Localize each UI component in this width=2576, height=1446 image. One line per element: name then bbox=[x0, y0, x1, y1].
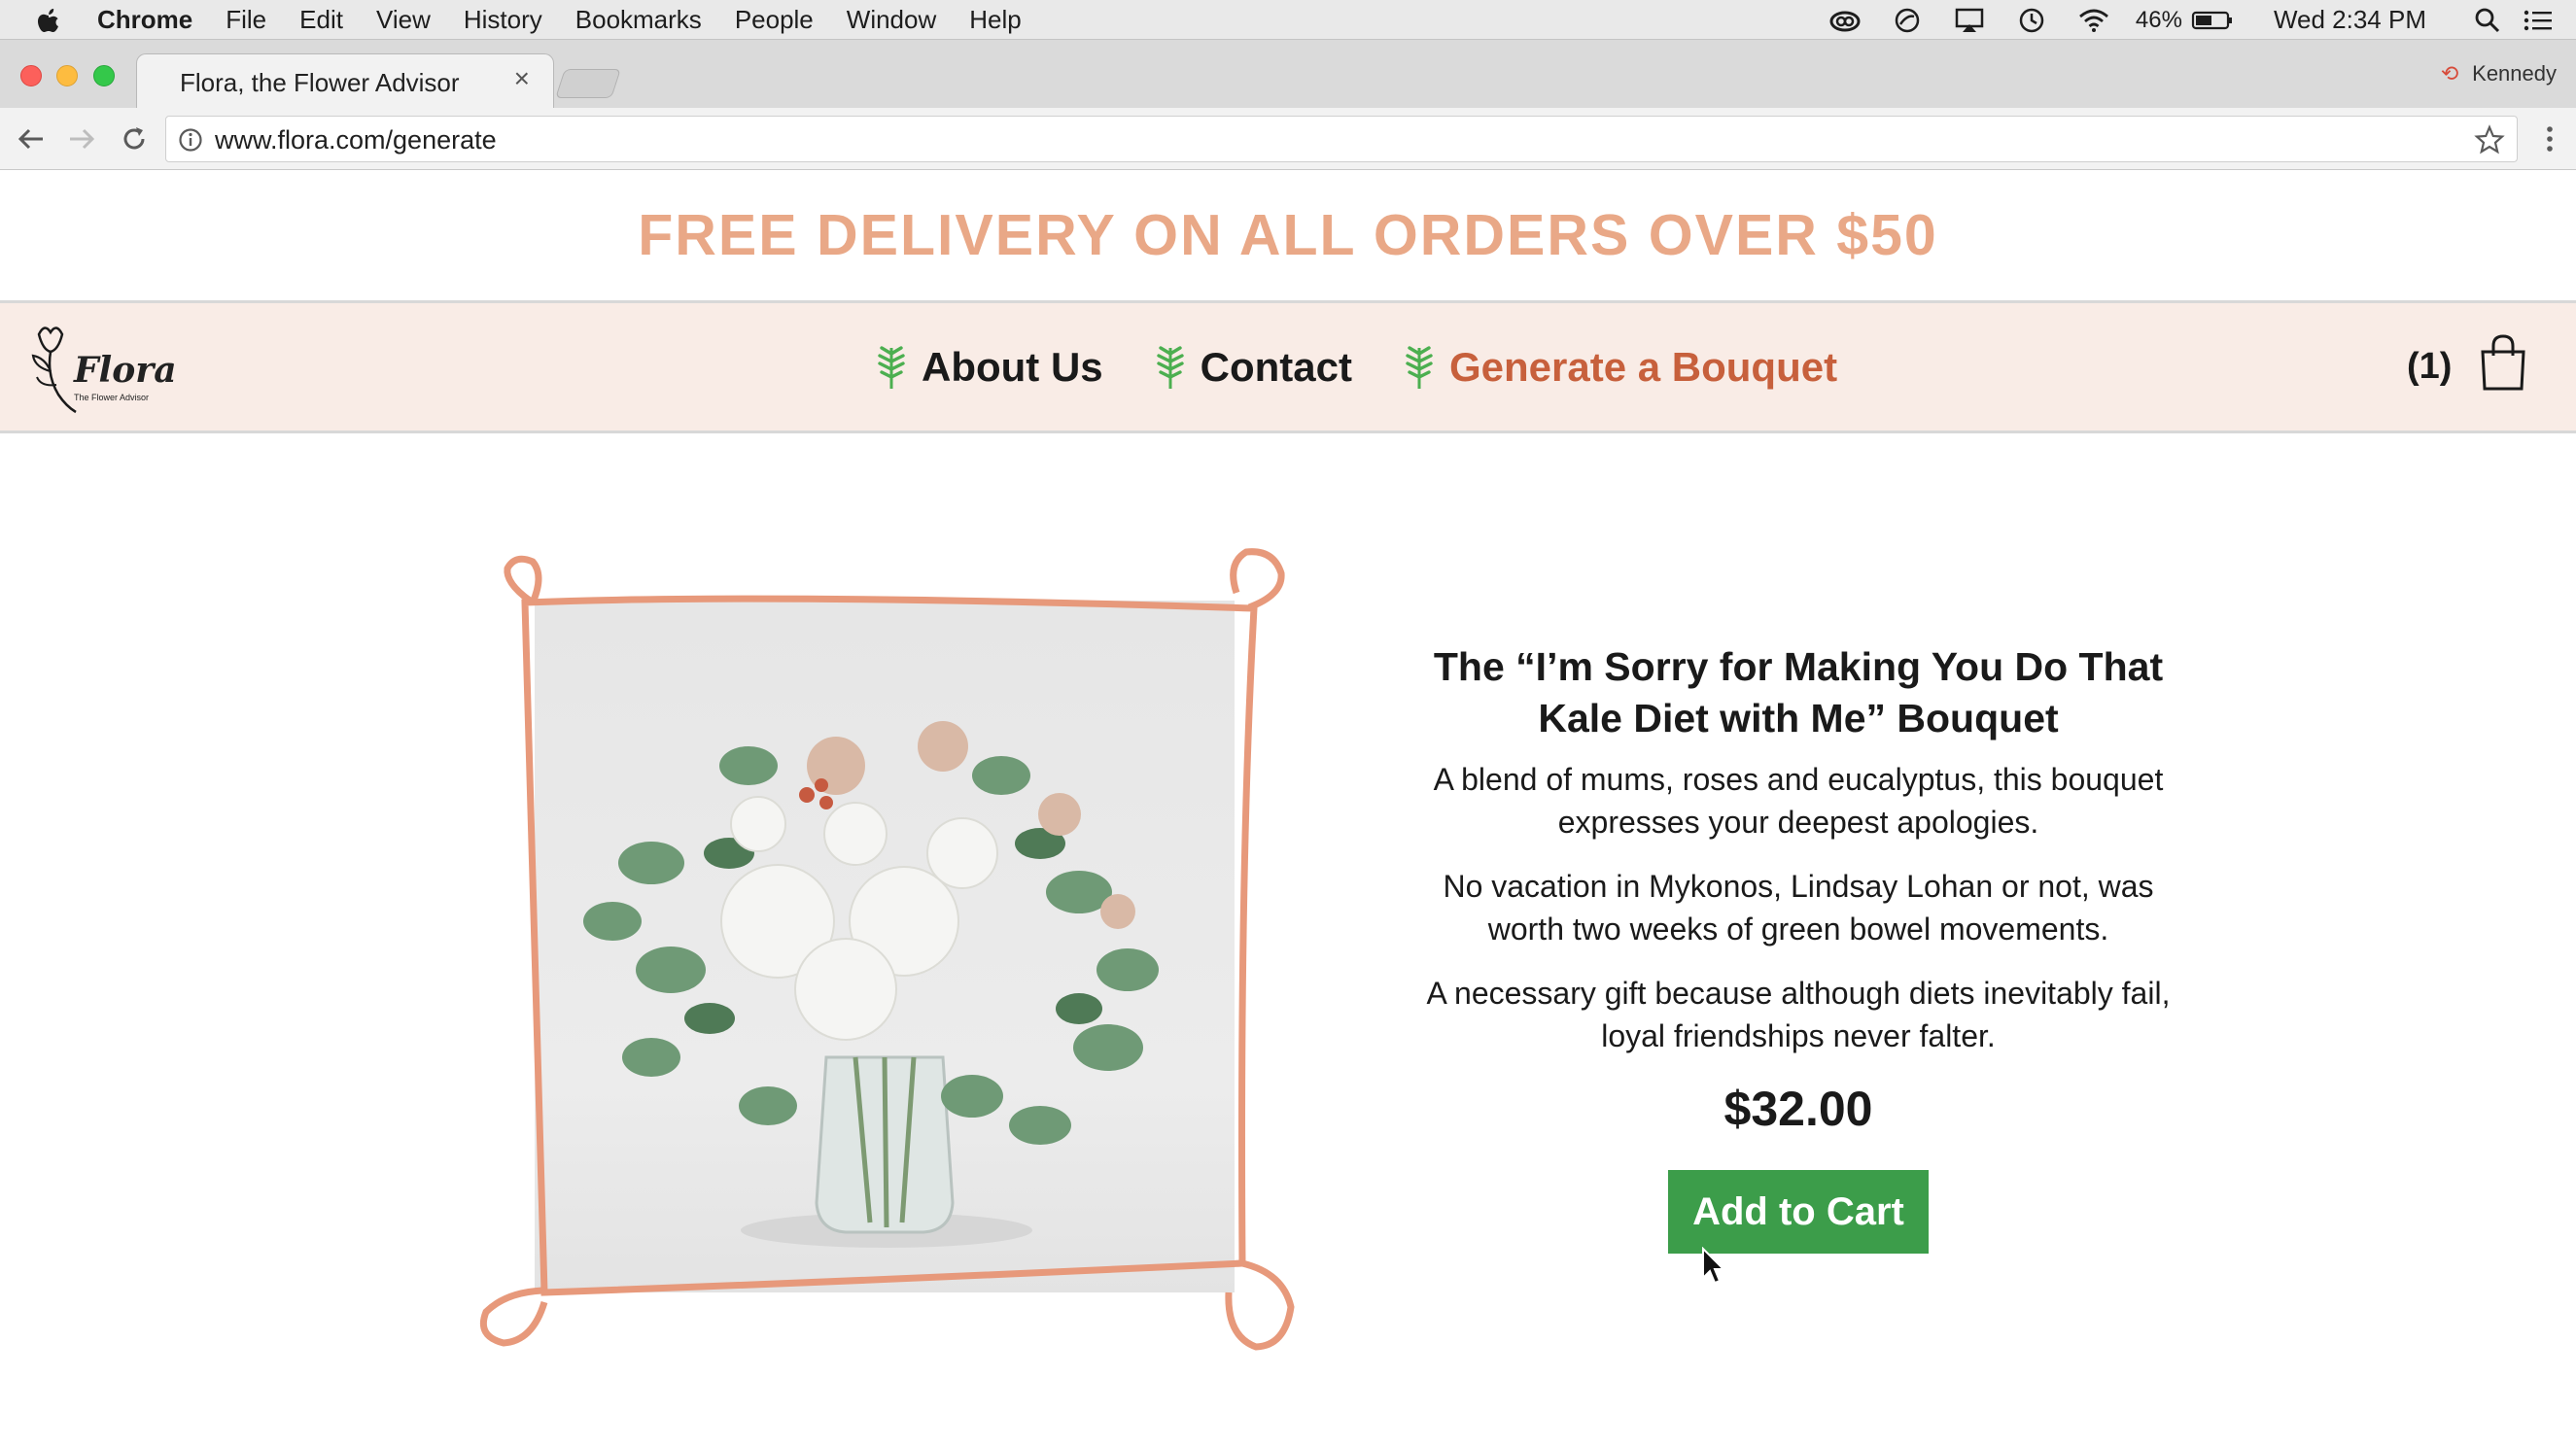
profile-button[interactable]: ⟲ Kennedy bbox=[2437, 61, 2557, 86]
fern-leaf-icon bbox=[1156, 345, 1184, 389]
promo-text: FREE DELIVERY ON ALL ORDERS OVER $50 bbox=[638, 203, 1938, 267]
menu-view[interactable]: View bbox=[376, 5, 431, 35]
chrome-menu-icon[interactable] bbox=[2543, 121, 2557, 156]
profile-sync-icon: ⟲ bbox=[2440, 61, 2459, 86]
menu-help[interactable]: Help bbox=[969, 5, 1021, 35]
browser-toolbar: www.flora.com/generate bbox=[0, 108, 2576, 170]
bookmark-star-icon[interactable] bbox=[2474, 124, 2505, 155]
creative-cloud-icon[interactable] bbox=[1828, 4, 1862, 37]
site-header-nav: Flora The Flower Advisor About Us Contac… bbox=[0, 300, 2576, 433]
notification-center-icon[interactable] bbox=[2522, 4, 2555, 37]
nav-contact-label: Contact bbox=[1200, 343, 1352, 390]
do-not-disturb-icon[interactable] bbox=[1891, 4, 1924, 37]
promo-banner: FREE DELIVERY ON ALL ORDERS OVER $50 bbox=[0, 170, 2576, 300]
menu-window[interactable]: Window bbox=[847, 5, 936, 35]
nav-generate-bouquet[interactable]: Generate a Bouquet bbox=[1403, 344, 1837, 391]
nav-generate-bouquet-label: Generate a Bouquet bbox=[1449, 343, 1838, 390]
menu-people[interactable]: People bbox=[735, 5, 814, 35]
flora-logo[interactable]: Flora The Flower Advisor bbox=[29, 317, 177, 424]
product-description-1: A blend of mums, roses and eucalyptus, t… bbox=[1433, 762, 2164, 840]
tab-title: Flora, the Flower Advisor bbox=[180, 68, 460, 97]
window-minimize-button[interactable] bbox=[56, 65, 78, 86]
spotlight-search-icon[interactable] bbox=[2471, 4, 2504, 37]
nav-about-us[interactable]: About Us bbox=[875, 344, 1103, 391]
forward-arrow-icon[interactable] bbox=[64, 121, 99, 156]
window-close-button[interactable] bbox=[20, 65, 42, 86]
product-price: $32.00 bbox=[1723, 1082, 1873, 1136]
shopping-bag-icon[interactable] bbox=[2479, 332, 2527, 393]
product-description-3: A necessary gift because although diets … bbox=[1426, 976, 2171, 1053]
product-title: The “I’m Sorry for Making You Do That Ka… bbox=[1433, 644, 2164, 740]
address-bar[interactable]: www.flora.com/generate bbox=[165, 116, 2518, 162]
url-text[interactable]: www.flora.com/generate bbox=[215, 125, 497, 155]
menu-file[interactable]: File bbox=[226, 5, 266, 35]
apple-menu-icon[interactable] bbox=[35, 5, 62, 34]
time-machine-icon[interactable] bbox=[2015, 4, 2048, 37]
macos-menu-bar: Chrome File Edit View History Bookmarks … bbox=[0, 0, 2576, 40]
back-arrow-icon[interactable] bbox=[14, 121, 49, 156]
logo-tagline: The Flower Advisor bbox=[74, 393, 150, 402]
tab-close-icon[interactable]: × bbox=[514, 64, 530, 93]
menu-app-chrome[interactable]: Chrome bbox=[97, 5, 192, 35]
battery-percent: 46% bbox=[2135, 6, 2182, 33]
window-zoom-button[interactable] bbox=[93, 65, 115, 86]
menu-edit[interactable]: Edit bbox=[299, 5, 343, 35]
menu-bookmarks[interactable]: Bookmarks bbox=[575, 5, 702, 35]
browser-tab-active[interactable]: Flora, the Flower Advisor × bbox=[136, 53, 554, 108]
new-tab-button[interactable] bbox=[555, 69, 621, 98]
bouquet-photo bbox=[535, 601, 1235, 1292]
product-description-2: No vacation in Mykonos, Lindsay Lohan or… bbox=[1443, 869, 2154, 947]
logo-wordmark: Flora bbox=[74, 350, 177, 391]
nav-contact[interactable]: Contact bbox=[1154, 344, 1352, 391]
menu-history[interactable]: History bbox=[464, 5, 542, 35]
wifi-icon[interactable] bbox=[2077, 4, 2110, 37]
browser-tab-strip: Flora, the Flower Advisor × ⟲ Kennedy bbox=[0, 40, 2576, 108]
nav-about-us-label: About Us bbox=[922, 343, 1103, 390]
fern-leaf-icon bbox=[878, 345, 905, 389]
battery-icon[interactable] bbox=[2190, 4, 2235, 37]
bouquet-image bbox=[583, 721, 1159, 1248]
fern-leaf-icon bbox=[1406, 345, 1433, 389]
site-info-icon[interactable] bbox=[178, 127, 203, 153]
airplay-icon[interactable] bbox=[1953, 4, 1986, 37]
menubar-clock[interactable]: Wed 2:34 PM bbox=[2274, 5, 2426, 35]
product-details: The “I’m Sorry for Making You Do That Ka… bbox=[1419, 641, 2177, 1254]
add-to-cart-button[interactable]: Add to Cart bbox=[1668, 1170, 1929, 1254]
mouse-cursor-icon bbox=[1702, 1247, 1726, 1285]
cart-count[interactable]: (1) bbox=[2407, 346, 2452, 388]
profile-name: Kennedy bbox=[2472, 61, 2557, 86]
reload-icon[interactable] bbox=[117, 121, 152, 156]
main-nav: About Us Contact Generate a Bouquet bbox=[875, 303, 1888, 430]
